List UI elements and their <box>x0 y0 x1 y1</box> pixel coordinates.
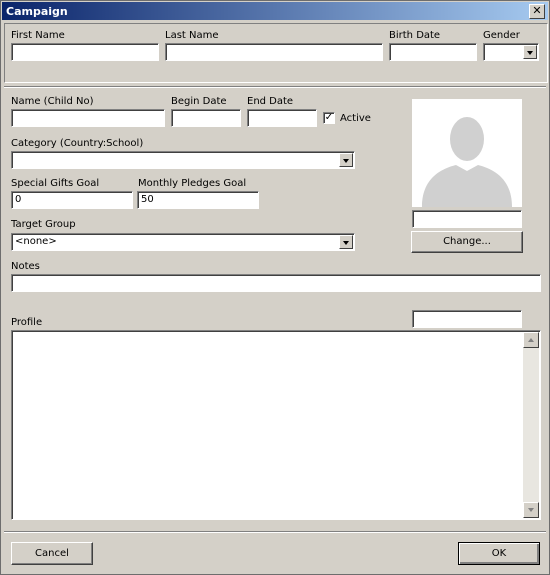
category-label: Category (Country:School) <box>11 138 144 149</box>
last-name-field[interactable] <box>165 43 383 61</box>
target-group-dropdown[interactable]: <none> <box>11 233 355 251</box>
child-name-field[interactable] <box>11 109 165 127</box>
active-checkbox[interactable]: ✓ <box>323 112 335 124</box>
profile-photo <box>412 99 522 207</box>
begin-date-field[interactable] <box>171 109 241 127</box>
gender-label: Gender <box>483 30 520 41</box>
birth-date-label: Birth Date <box>389 30 441 41</box>
target-group-value: <none> <box>15 236 57 247</box>
ok-button[interactable]: OK <box>458 542 540 565</box>
first-name-field[interactable] <box>11 43 159 61</box>
profile-scrollbar[interactable] <box>523 332 539 518</box>
chevron-down-icon[interactable] <box>339 235 353 249</box>
end-date-field[interactable] <box>247 109 317 127</box>
special-gifts-goal-label: Special Gifts Goal <box>11 178 100 189</box>
monthly-pledges-goal-field[interactable]: 50 <box>137 191 259 209</box>
birth-date-field[interactable] <box>389 43 477 61</box>
begin-date-label: Begin Date <box>171 96 227 107</box>
title-bar[interactable]: Campaign ✕ <box>2 2 548 20</box>
chevron-down-icon[interactable] <box>339 153 353 167</box>
scroll-up-icon[interactable] <box>523 332 539 348</box>
close-button[interactable]: ✕ <box>529 4 545 19</box>
footer-divider <box>4 531 546 533</box>
window-title: Campaign <box>6 5 68 18</box>
scroll-down-icon[interactable] <box>523 502 539 518</box>
special-gifts-goal-field[interactable]: 0 <box>11 191 133 209</box>
first-name-label: First Name <box>11 30 65 41</box>
photo-caption-field[interactable] <box>412 210 522 228</box>
profile-label: Profile <box>11 317 43 328</box>
chevron-down-icon[interactable] <box>523 45 537 59</box>
end-date-label: End Date <box>247 96 294 107</box>
profile-memo[interactable] <box>11 330 541 520</box>
notes-label: Notes <box>11 261 40 272</box>
last-name-label: Last Name <box>165 30 219 41</box>
divider <box>4 86 546 88</box>
gender-dropdown[interactable] <box>483 43 539 61</box>
category-dropdown[interactable] <box>11 151 355 169</box>
profile-small-field[interactable] <box>412 310 522 328</box>
monthly-pledges-goal-label: Monthly Pledges Goal <box>138 178 247 189</box>
active-label: Active <box>340 113 371 124</box>
target-group-label: Target Group <box>11 219 76 230</box>
child-name-label: Name (Child No) <box>11 96 94 107</box>
notes-field[interactable] <box>11 274 541 292</box>
campaign-dialog: Campaign ✕ First Name Last Name Birth Da… <box>0 0 550 575</box>
person-silhouette-icon <box>422 117 512 207</box>
cancel-button[interactable]: Cancel <box>11 542 93 565</box>
change-photo-button[interactable]: Change... <box>411 231 523 253</box>
